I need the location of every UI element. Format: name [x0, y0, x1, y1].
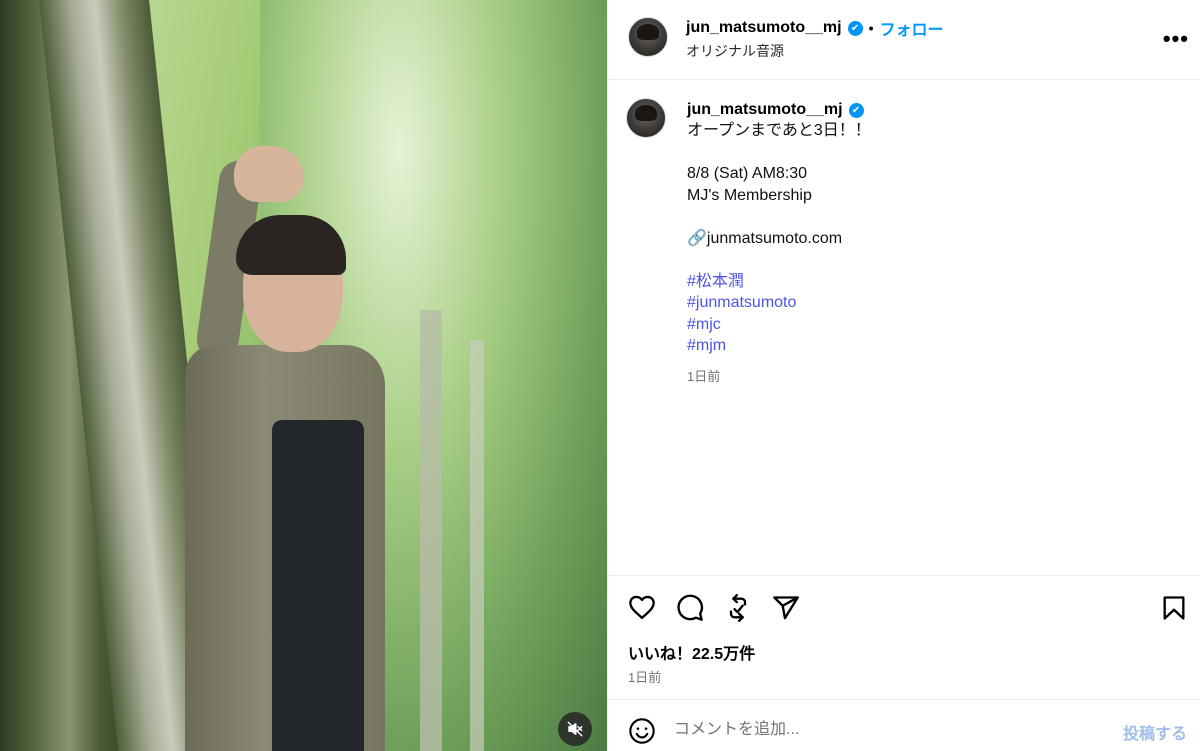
comment-input[interactable] [674, 716, 1074, 744]
bookmark-icon[interactable] [1160, 594, 1188, 622]
header-user-row: jun_matsumoto__mj ✔ • フォロー [686, 16, 944, 40]
follow-button[interactable]: フォロー [880, 16, 944, 40]
emoji-icon[interactable] [628, 717, 656, 745]
post-media[interactable] [0, 0, 607, 751]
hashtag-link[interactable]: #松本潤 [687, 271, 1167, 293]
hashtag-link[interactable]: #mjc [687, 314, 1167, 336]
background-tree [470, 340, 484, 751]
caption-link[interactable]: 🔗junmatsumoto.com [687, 228, 1167, 250]
hashtag-link[interactable]: #junmatsumoto [687, 292, 1167, 314]
repost-icon[interactable] [724, 594, 752, 622]
verified-badge-icon: ✔ [848, 102, 864, 118]
person-hair [236, 215, 346, 275]
caption-line [687, 206, 1167, 228]
caption-line: MJ's Membership [687, 186, 812, 204]
username-link[interactable]: jun_matsumoto__mj [687, 101, 843, 119]
heart-icon[interactable] [628, 594, 656, 622]
username-link[interactable]: jun_matsumoto__mj [686, 19, 842, 37]
background-tree [420, 310, 442, 751]
caption-line: 8/8 (Sat) AM8:30 [687, 165, 808, 182]
likes-count[interactable]: いいね！22.5万件 [628, 640, 755, 664]
action-bar [608, 575, 1200, 637]
verified-badge-icon: ✔ [847, 20, 863, 36]
person-tshirt [272, 420, 364, 751]
comment-icon[interactable] [676, 594, 704, 622]
separator-dot: • [868, 20, 874, 36]
caption-text: オープンまであと3日！！ 8/8 (Sat) AM8:30 MJ's Membe… [687, 120, 1167, 357]
caption-line: オープンまであと3日！！ [687, 122, 871, 139]
comment-bar: 投稿する [608, 699, 1200, 751]
avatar[interactable] [626, 98, 666, 138]
caption-user-row: jun_matsumoto__mj ✔ [687, 100, 1167, 120]
post-timestamp[interactable]: 1日前 [628, 667, 661, 686]
hashtag-link[interactable]: #mjm [687, 335, 1167, 357]
caption-timestamp[interactable]: 1日前 [687, 366, 1167, 385]
caption-body: jun_matsumoto__mj ✔ オープンまであと3日！！ 8/8 (Sa… [687, 100, 1167, 385]
person-fist [234, 146, 304, 202]
caption-line [687, 249, 1167, 271]
post-comment-button[interactable]: 投稿する [1123, 720, 1187, 744]
post-header: jun_matsumoto__mj ✔ • フォロー オリジナル音源 ••• [608, 0, 1200, 80]
audio-label[interactable]: オリジナル音源 [686, 41, 784, 61]
post-detail-panel: jun_matsumoto__mj ✔ • フォロー オリジナル音源 ••• j… [607, 0, 1200, 751]
muted-speaker-icon [567, 721, 583, 737]
send-icon[interactable] [772, 594, 800, 622]
avatar[interactable] [628, 17, 668, 57]
more-options-button[interactable]: ••• [1163, 26, 1189, 52]
caption-line [687, 142, 1167, 164]
mute-button[interactable] [558, 712, 592, 746]
